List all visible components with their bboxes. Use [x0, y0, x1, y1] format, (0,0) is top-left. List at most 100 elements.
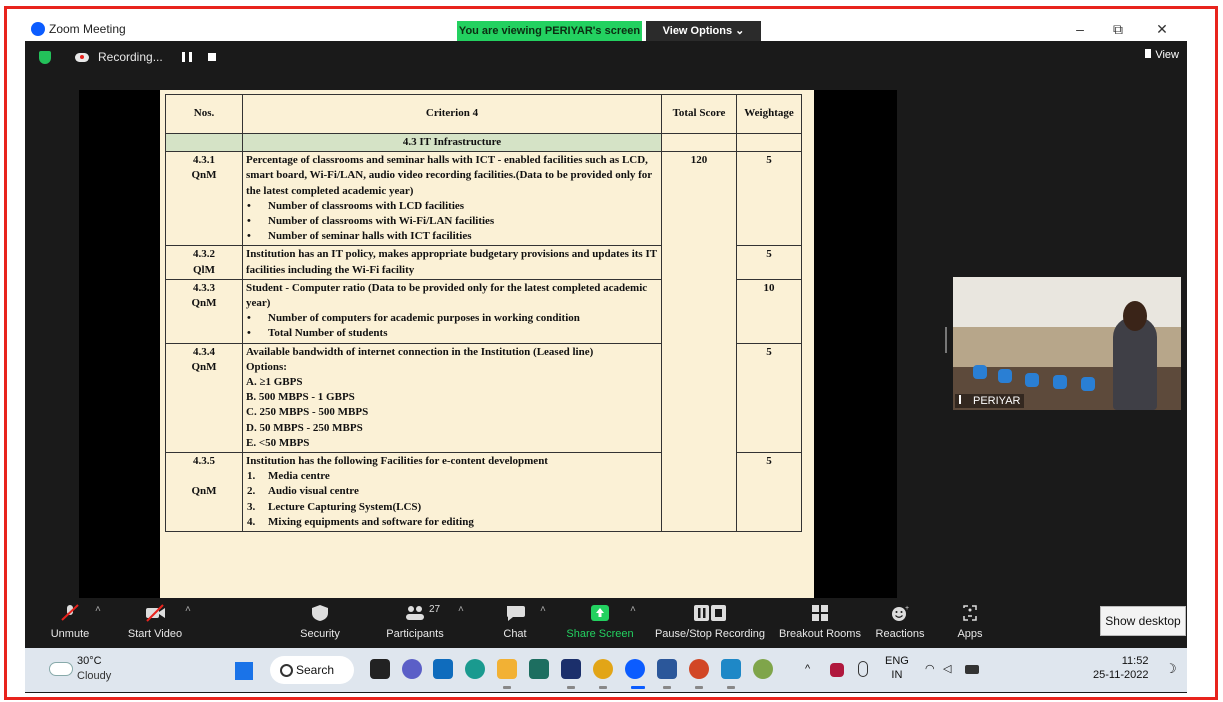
participants-chevron-icon[interactable]: ˄	[458, 604, 464, 615]
chat-button[interactable]: Chat	[490, 598, 540, 648]
share-screen-chevron-icon[interactable]: ˄	[630, 604, 636, 615]
participant-video-tile[interactable]: PERIYAR	[953, 277, 1181, 410]
active-app-indicator	[631, 686, 645, 689]
pause-recording-icon[interactable]	[182, 52, 192, 62]
reactions-button[interactable]: + Reactions	[875, 598, 925, 648]
edge-browser-icon[interactable]	[465, 659, 485, 679]
meeting-toolbar: Unmute ˄ Start Video ˄ Security 27 Parti…	[25, 598, 1187, 648]
row-number-cell: 4.3.5 QnM	[165, 452, 243, 533]
row-type: QnM	[191, 297, 217, 310]
paint-icon[interactable]	[753, 659, 773, 679]
word-icon[interactable]	[657, 659, 677, 679]
option-item: D. 50 MBPS - 250 MBPS	[246, 421, 363, 434]
numbered-item: 2. Audio visual centre	[246, 484, 658, 499]
teams-chat-icon[interactable]	[402, 659, 422, 679]
task-view-icon[interactable]	[370, 659, 390, 679]
weightage-cell: 5	[736, 245, 802, 280]
chrome-browser-icon[interactable]	[593, 659, 613, 679]
powerpoint-icon[interactable]	[689, 659, 709, 679]
weightage-cell: 10	[736, 278, 802, 344]
close-button[interactable]: ✕	[1147, 19, 1177, 39]
taskbar-search-box[interactable]: Search	[270, 656, 354, 684]
row-description-cell: Institution has an IT policy, makes appr…	[242, 245, 662, 280]
unmute-label: Unmute	[50, 628, 90, 640]
chat-chevron-icon[interactable]: ˄	[540, 604, 546, 615]
criterion-table: Nos. Criterion 4 Total Score Weightage 4…	[165, 94, 802, 533]
photos-icon[interactable]	[721, 659, 741, 679]
clock[interactable]: 11:52 25-11-2022	[1093, 654, 1148, 682]
col-header-weightage: Weightage	[736, 94, 802, 134]
row-number-cell: 4.3.2 QlM	[165, 245, 243, 280]
app-w-icon[interactable]	[561, 659, 581, 679]
running-indicator	[599, 686, 607, 689]
stop-recording-icon[interactable]	[208, 53, 216, 61]
row-number: 4.3.3	[193, 281, 215, 294]
participants-button[interactable]: 27 Participants	[385, 598, 445, 648]
row-number: 4.3.1	[193, 154, 215, 167]
participant-name-label: PERIYAR	[955, 394, 1025, 408]
section-blank-cell	[165, 132, 243, 153]
volume-icon[interactable]: ◁	[943, 662, 951, 676]
microphone-icon[interactable]	[858, 661, 868, 677]
section-title: 4.3 IT Infrastructure	[242, 132, 662, 153]
view-options-button[interactable]: View Options ⌄	[646, 21, 761, 41]
apps-label: Apps	[957, 628, 983, 640]
tray-overflow-chevron-icon[interactable]: ^	[805, 662, 810, 676]
security-shield-icon	[312, 605, 328, 621]
section-weight-cell	[736, 132, 802, 153]
zoom-window: Zoom Meeting You are viewing PERIYAR's s…	[25, 17, 1187, 693]
app-s-icon[interactable]	[529, 659, 549, 679]
minimize-button[interactable]: –	[1065, 19, 1095, 39]
participant-name: PERIYAR	[973, 395, 1021, 407]
panel-resize-handle[interactable]	[945, 327, 947, 353]
title-bar: Zoom Meeting You are viewing PERIYAR's s…	[25, 17, 1187, 41]
show-desktop-tooltip: Show desktop	[1100, 606, 1186, 636]
share-screen-button[interactable]: Share Screen	[566, 598, 634, 648]
reactions-smiley-icon: +	[892, 605, 909, 621]
weather-condition[interactable]: Cloudy	[77, 670, 111, 682]
file-explorer-icon[interactable]	[497, 659, 517, 679]
share-screen-label: Share Screen	[566, 628, 634, 640]
numbered-item-text: Media centre	[268, 470, 330, 483]
apps-button[interactable]: Apps	[950, 598, 990, 648]
bullet-item: Number of classrooms with Wi-Fi/LAN faci…	[246, 214, 658, 229]
weather-temperature[interactable]: 30°C	[77, 655, 102, 667]
view-button[interactable]: View	[1145, 49, 1179, 61]
row-number-cell: 4.3.4 QnM	[165, 342, 243, 454]
restore-button[interactable]: ⧉	[1103, 19, 1133, 39]
video-seat	[1053, 375, 1067, 389]
tray-app-icon[interactable]	[830, 663, 844, 677]
mail-icon[interactable]	[433, 659, 453, 679]
bullet-item: Number of seminar halls with ICT facilit…	[246, 229, 658, 244]
breakout-rooms-label: Breakout Rooms	[779, 628, 861, 640]
breakout-rooms-button[interactable]: Breakout Rooms	[779, 598, 861, 648]
pause-stop-recording-label: Pause/Stop Recording	[654, 628, 766, 640]
pause-stop-icon	[694, 605, 726, 621]
numbered-item-text: Mixing equipments and software for editi…	[268, 515, 474, 528]
unmute-button[interactable]: Unmute	[45, 598, 95, 648]
clock-time: 11:52	[1121, 655, 1149, 667]
row-number-cell: 4.3.1 QnM	[165, 151, 243, 247]
row-description: Institution has an IT policy, makes appr…	[246, 248, 657, 276]
encryption-shield-icon[interactable]	[39, 51, 51, 64]
view-button-label: View	[1155, 49, 1179, 61]
audio-options-chevron-icon[interactable]: ˄	[95, 604, 101, 615]
start-video-button[interactable]: Start Video	[125, 598, 185, 648]
shared-screen: Nos. Criterion 4 Total Score Weightage 4…	[79, 90, 897, 598]
zoom-app-icon[interactable]	[625, 659, 645, 679]
bullet-item: Number of classrooms with LCD facilities	[246, 199, 658, 214]
video-options-chevron-icon[interactable]: ˄	[185, 604, 191, 615]
row-type: QnM	[191, 485, 217, 498]
security-button[interactable]: Security	[295, 598, 345, 648]
row-description: Institution has the following Facilities…	[246, 455, 548, 468]
language-indicator[interactable]: ENG IN	[885, 654, 909, 682]
muted-mic-icon	[61, 604, 79, 621]
row-number: 4.3.2	[193, 248, 215, 261]
battery-icon[interactable]	[965, 665, 979, 674]
windows-start-icon[interactable]	[235, 662, 253, 680]
pause-stop-recording-button[interactable]: Pause/Stop Recording	[655, 598, 765, 648]
weather-cloud-icon[interactable]	[49, 662, 73, 676]
row-type: QlM	[193, 263, 215, 276]
notifications-moon-icon[interactable]: ☽	[1165, 662, 1177, 676]
wifi-icon[interactable]: ◠	[925, 662, 935, 676]
